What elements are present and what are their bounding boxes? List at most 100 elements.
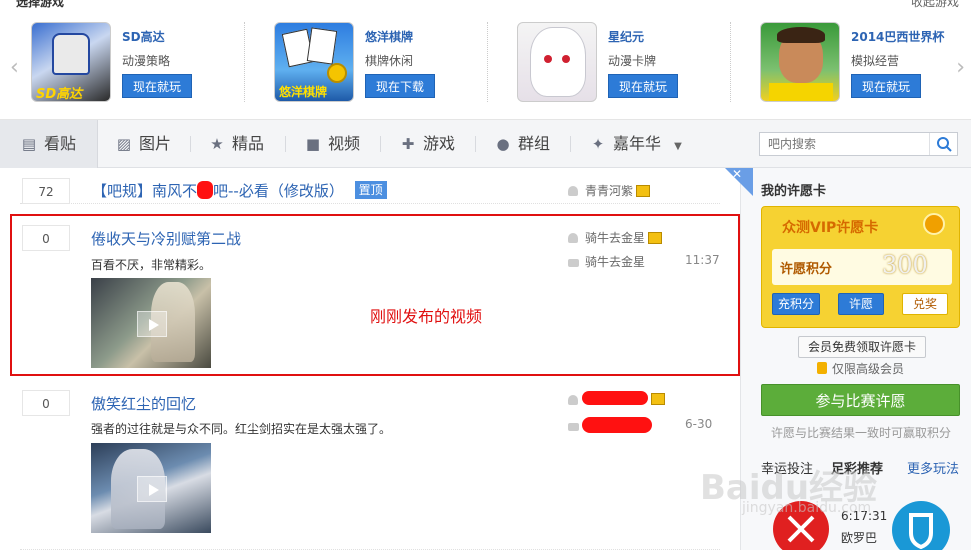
forum-search — [759, 132, 958, 156]
redaction-mark — [582, 417, 652, 433]
vip-card-title: 众测VIP许愿卡 — [782, 220, 879, 236]
tab-label: 图片 — [139, 134, 172, 153]
author-name[interactable]: 青青河紫 — [585, 184, 633, 198]
tab-divider — [570, 136, 571, 152]
thread-title[interactable]: 傲笑红尘的回忆 — [91, 393, 196, 414]
tab-featured[interactable]: ★ 精品 — [208, 120, 264, 168]
game-card-worldcup: 2014巴西世界杯 模拟经营 现在就玩 — [760, 22, 971, 104]
thread-title[interactable]: 【吧规】南风不 吧--必看（修改版） 置顶 — [92, 180, 387, 201]
person-icon — [568, 186, 578, 196]
play-now-button[interactable]: 现在就玩 — [608, 74, 678, 98]
reply-count: 0 — [22, 390, 70, 416]
game-name[interactable]: SD高达 — [122, 28, 165, 45]
thread-author[interactable]: 青青河紫 — [568, 182, 651, 199]
score-panel: 许愿积分 300 — [772, 249, 952, 285]
game-thumb-text: 悠洋棋牌 — [279, 85, 328, 99]
reply-count: 72 — [22, 178, 70, 204]
tab-videos[interactable]: ■ 视频 — [304, 120, 360, 168]
exchange-button[interactable]: 兑奖 — [902, 293, 948, 315]
comment-icon — [568, 423, 579, 431]
search-icon[interactable] — [929, 133, 957, 155]
tab-divider — [380, 136, 381, 152]
join-contest-button[interactable]: 参与比赛许愿 — [761, 384, 960, 416]
watermark-url: jingyan.baidu.com — [742, 500, 872, 516]
tab-divider — [475, 136, 476, 152]
thread-time: 6-30 — [685, 417, 713, 431]
person-icon — [568, 395, 578, 405]
play-now-button[interactable]: 现在就玩 — [122, 74, 192, 98]
tab-label: 嘉年华 — [613, 134, 662, 153]
score-label: 许愿积分 — [780, 262, 833, 277]
redaction-mark — [197, 181, 214, 199]
wish-card-title: 我的许愿卡 — [761, 184, 827, 199]
document-icon: ▤ — [21, 135, 37, 153]
tab-label: 群组 — [518, 134, 551, 153]
game-thumbnail[interactable]: SD高达 — [31, 22, 111, 102]
search-input[interactable] — [760, 133, 930, 155]
game-thumbnail[interactable]: 悠洋棋牌 — [274, 22, 354, 102]
game-name[interactable]: 2014巴西世界杯 — [851, 28, 944, 45]
highlight-box — [10, 214, 740, 376]
game-card-xingjiyuan: 星纪元 动漫卡牌 现在就玩 — [517, 22, 747, 104]
chat-icon: ● — [496, 135, 510, 153]
team-logo-blue[interactable] — [892, 501, 950, 550]
divider — [487, 22, 488, 102]
level-badge-icon — [651, 393, 665, 405]
thread-title-text[interactable]: 【吧规】南风不 — [92, 182, 197, 200]
game-card-youyang: 悠洋棋牌 悠洋棋牌 棋牌休闲 现在下载 — [274, 22, 504, 104]
thread-excerpt: 强者的过往就是与众不同。红尘剑招实在是太强太强了。 — [91, 422, 392, 436]
dropdown-arrow-icon: ▼ — [674, 141, 682, 152]
recharge-button[interactable]: 充积分 — [772, 293, 820, 315]
games-strip: 选择游戏 收起游戏 ‹ › SD高达 SD高达 动漫策略 现在就玩 悠洋棋牌 悠… — [0, 0, 971, 120]
soccer-ball-icon — [923, 213, 945, 235]
game-thumbnail[interactable] — [517, 22, 597, 102]
tab-divider — [190, 136, 191, 152]
vip-wish-card: 众测VIP许愿卡 许愿积分 300 充积分 许愿 兑奖 — [761, 206, 960, 328]
table-row: 0 傲笑红尘的回忆 强者的过往就是与众不同。红尘剑招实在是太强太强了。 6-30 — [20, 376, 720, 550]
tab-label: 看贴 — [44, 134, 77, 153]
tab-groups[interactable]: ● 群组 — [494, 120, 550, 168]
game-card-sd: SD高达 SD高达 动漫策略 现在就玩 — [31, 22, 261, 104]
vip-icon — [817, 362, 827, 374]
tab-posts[interactable]: ▤ 看贴 — [0, 120, 98, 168]
match-name: 欧罗巴 — [841, 531, 878, 545]
play-now-button[interactable]: 现在就玩 — [851, 74, 921, 98]
senior-only-note: 仅限高级会员 — [817, 360, 904, 377]
annotation-text: 刚刚发布的视频 — [370, 307, 483, 326]
wish-button[interactable]: 许愿 — [838, 293, 884, 315]
divider — [244, 22, 245, 102]
game-name[interactable]: 星纪元 — [608, 28, 644, 45]
tab-carnival[interactable]: ✦ 嘉年华 ▼ — [589, 120, 682, 168]
tab-games[interactable]: ✚ 游戏 — [399, 120, 455, 168]
game-name[interactable]: 悠洋棋牌 — [365, 28, 413, 45]
tab-label: 视频 — [328, 134, 361, 153]
tab-divider — [285, 136, 286, 152]
redaction-mark — [582, 391, 648, 405]
game-thumbnail[interactable] — [760, 22, 840, 102]
game-category: 动漫卡牌 — [608, 54, 657, 68]
tab-label: 游戏 — [423, 134, 456, 153]
level-badge-icon — [636, 185, 651, 197]
video-thumbnail[interactable] — [91, 443, 211, 533]
gamepad-icon: ✚ — [401, 135, 415, 153]
play-icon[interactable] — [137, 476, 167, 502]
senior-only-text: 仅限高级会员 — [832, 362, 905, 376]
collapse-games-link[interactable]: 收起游戏 — [911, 0, 959, 10]
tab-pictures[interactable]: ▨ 图片 — [115, 120, 171, 168]
chevron-left-icon[interactable]: ‹ — [10, 55, 19, 80]
close-icon[interactable]: ✕ — [732, 167, 742, 181]
star-icon: ★ — [210, 135, 224, 153]
picture-icon: ▨ — [116, 135, 132, 153]
table-row: 72 【吧规】南风不 吧--必看（修改版） 置顶 青青河紫 — [20, 168, 720, 204]
game-thumb-text: SD高达 — [36, 87, 83, 102]
game-category: 模拟经营 — [851, 54, 900, 68]
free-claim-button[interactable]: 会员免费领取许愿卡 — [798, 336, 926, 358]
game-category: 棋牌休闲 — [365, 54, 414, 68]
video-icon: ■ — [305, 135, 321, 153]
divider — [730, 22, 731, 102]
more-play-link[interactable]: 更多玩法 — [907, 458, 959, 477]
thread-list: 72 【吧规】南风不 吧--必看（修改版） 置顶 青青河紫 0 倦收天与冷别赋第二… — [0, 168, 740, 550]
games-title: 选择游戏 — [16, 0, 65, 9]
thread-title-tail[interactable]: 吧--必看（修改版） — [213, 182, 344, 200]
download-now-button[interactable]: 现在下载 — [365, 74, 435, 98]
